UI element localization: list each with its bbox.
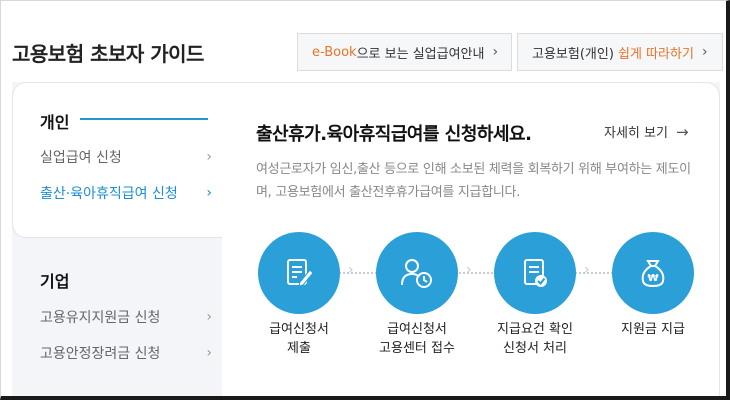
ebook-accent: e-Book (312, 44, 357, 60)
corporate-heading[interactable]: 기업 (40, 268, 69, 292)
sidebar-item-maternity-benefit[interactable]: 출산·육아휴직급여 신청 › (40, 183, 212, 203)
ebook-guide-button[interactable]: e-Book 으로 보는 실업급여안내 › (297, 33, 512, 71)
guide-prefix: 고용보험(개인) (532, 46, 619, 62)
chevron-right-icon: › (701, 44, 708, 60)
chevron-right-icon: › (584, 262, 590, 278)
step-2-label: 급여신청서 고용센터 접수 (357, 320, 477, 358)
guide-accent: 쉽게 따라하기 (618, 46, 694, 62)
ebook-label: 으로 보는 실업급여안내 (356, 46, 485, 62)
step-1-label: 급여신청서 제출 (239, 320, 359, 358)
step-line-2: 신청서 처리 (503, 341, 567, 356)
chevron-right-icon: › (206, 149, 212, 165)
personal-heading[interactable]: 개인 (40, 109, 69, 133)
personal-heading-underline (80, 118, 208, 120)
easy-guide-button[interactable]: 고용보험(개인) 쉽게 따라하기 › (517, 33, 723, 71)
step-2-circle (376, 232, 458, 314)
chevron-right-icon: › (348, 262, 354, 278)
chevron-right-icon: › (206, 309, 212, 325)
chevron-right-icon: › (206, 185, 212, 201)
chevron-right-icon: › (466, 262, 472, 278)
sidebar-item-label: 고용안정장려금 신청 (40, 346, 161, 362)
step-line-2: 고용센터 접수 (379, 341, 455, 356)
step-3-label: 지급요건 확인 신청서 처리 (475, 320, 595, 358)
step-line-2: 제출 (287, 341, 311, 356)
step-line-1: 지급요건 확인 (497, 322, 573, 337)
chevron-right-icon: › (492, 44, 499, 60)
main-description: 여성근로자가 임신,출산 등으로 인해 소보된 체력을 회복하기 위해 부여하는… (256, 162, 691, 200)
sidebar-item-employment-retention[interactable]: 고용유지지원금 신청 › (40, 307, 212, 327)
svg-text:₩: ₩ (647, 273, 658, 284)
step-4-label: 지원금 지급 (593, 320, 713, 339)
sidebar-item-unemployment-benefit[interactable]: 실업급여 신청 › (40, 147, 212, 167)
view-details-label: 자세히 보기 (604, 126, 668, 141)
step-line-1: 급여신청서 (269, 322, 329, 337)
chevron-right-icon: › (206, 345, 212, 361)
sidebar-item-label: 실업급여 신청 (40, 150, 122, 166)
step-1-circle (258, 232, 340, 314)
money-bag-icon: ₩ (641, 260, 665, 288)
view-details-link[interactable]: 자세히 보기 → (604, 122, 689, 142)
sidebar-item-employment-stability[interactable]: 고용안정장려금 신청 › (40, 343, 212, 363)
process-connector-line (320, 272, 660, 274)
document-pen-icon (287, 259, 314, 287)
step-line-1: 지원금 지급 (621, 322, 685, 337)
step-line-1: 급여신청서 (387, 322, 447, 337)
step-3-circle (494, 232, 576, 314)
page-title: 고용보험 초보자 가이드 (12, 42, 204, 66)
step-4-circle: ₩ (612, 232, 694, 314)
document-check-icon (524, 259, 547, 287)
arrow-right-icon: → (675, 122, 689, 141)
sidebar-item-label: 출산·육아휴직급여 신청 (40, 186, 178, 202)
sidebar-item-label: 고용유지지원금 신청 (40, 310, 161, 326)
main-heading: 출산휴가.육아휴직급여를 신청하세요. (256, 124, 532, 145)
user-clock-icon (401, 259, 432, 288)
